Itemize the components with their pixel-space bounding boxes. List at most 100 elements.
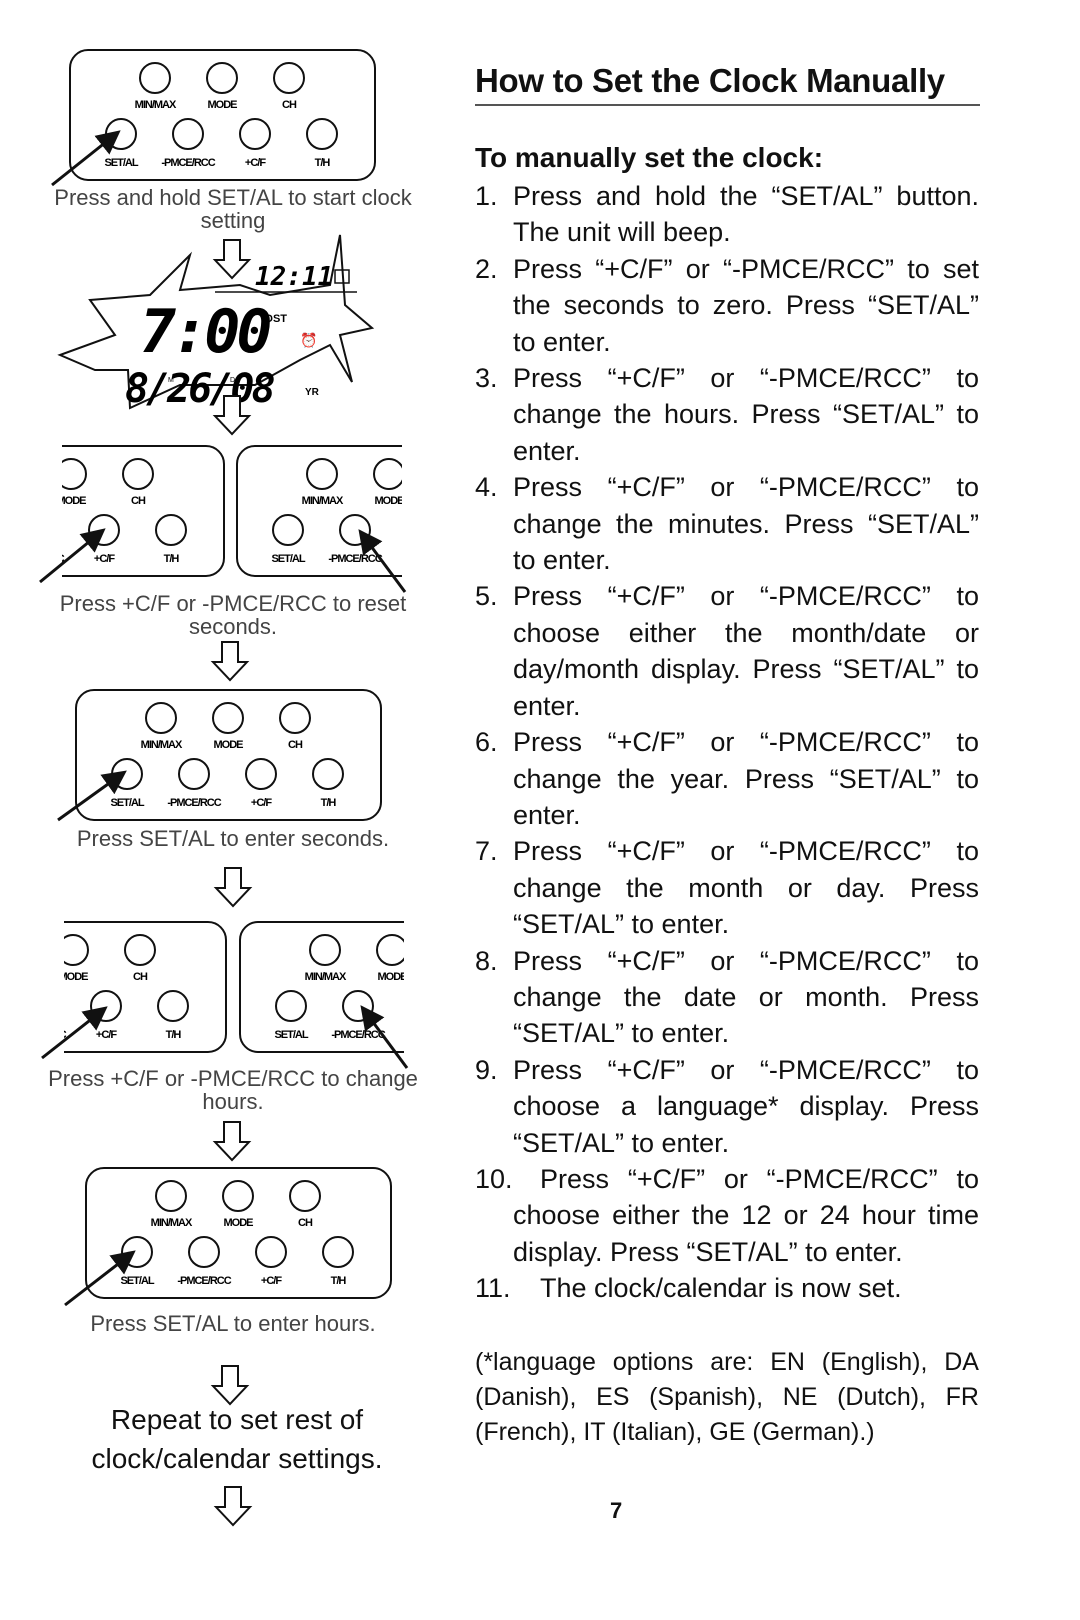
button-pmce-rcc <box>24 991 54 1021</box>
button-label-ch: CH <box>298 1217 313 1229</box>
button-mode <box>64 934 89 966</box>
button-label-min-max: MIN/MAX <box>0 971 28 983</box>
step-item: 11. The clock/calendar is now set. <box>475 1270 979 1306</box>
button-ch <box>273 62 305 94</box>
button-label-mode: MODE <box>208 99 238 111</box>
step-item: 7. Press “+C/F” or “-PMCE/RCC” to change … <box>475 833 979 942</box>
button-label-c-f: +C/F <box>261 1275 282 1287</box>
button-label-c-f: +C/F <box>251 797 272 809</box>
button-c-f <box>407 515 437 545</box>
button-c-f <box>245 758 277 790</box>
step-item: 3. Press “+C/F” or “-PMCE/RCC” to change … <box>475 360 979 469</box>
button-label-min-max: MIN/MAX <box>141 739 183 751</box>
keypad-diagram: MIN/MAXMODECHSET/AL-PMCE/RCC+C/FT/H <box>0 445 225 577</box>
button-mode <box>373 458 402 490</box>
button-t-h <box>322 1236 354 1268</box>
button-pmce-rcc <box>188 1236 220 1268</box>
section-subtitle: To manually set the clock: <box>475 142 824 173</box>
button-mode <box>376 934 404 966</box>
pointer-arrow-icon <box>39 528 106 584</box>
caption-reset-seconds: Press +C/F or -PMCE/RCC to reset seconds… <box>59 591 407 639</box>
button-min-max <box>0 935 21 965</box>
button-label-pmce-rcc: -PMCE/RCC <box>10 553 64 565</box>
button-set-al <box>105 118 137 150</box>
step-text: Press “+C/F” or “-PMCE/RCC” to choose ei… <box>513 1163 979 1267</box>
button-set-al <box>111 758 143 790</box>
button-label-set-al: SET/AL <box>104 157 138 169</box>
lcd-dst-label: DST <box>265 313 287 325</box>
button-label-set-al: SET/AL <box>274 1029 308 1041</box>
lcd-year-label: YR <box>305 387 320 398</box>
step-number: 8. <box>475 945 498 976</box>
button-label-mode: MODE <box>57 495 87 507</box>
button-label-t-h: T/H <box>166 1029 182 1041</box>
down-arrow-icon <box>212 1121 252 1162</box>
caption-enter-seconds: Press SET/AL to enter seconds. <box>76 826 390 851</box>
button-ch <box>124 934 156 966</box>
step-item: 2. Press “+C/F” or “-PMCE/RCC” to set the… <box>475 251 979 360</box>
lcd-time: 7:00 <box>140 297 270 367</box>
button-set-al <box>272 514 304 546</box>
button-label-mode: MODE <box>214 739 244 751</box>
button-label-min-max: MIN/MAX <box>135 99 177 111</box>
button-c-f <box>88 514 120 546</box>
steps-list: 1. Press and hold the “SET/AL” button. Th… <box>475 178 979 1307</box>
lcd-date: 8/26/08 <box>125 366 274 412</box>
page-title: How to Set the Clock Manually <box>475 62 980 106</box>
button-pmce-rcc <box>178 758 210 790</box>
button-c-f <box>255 1236 287 1268</box>
keypad-diagram: MIN/MAXMODECHSET/AL-PMCE/RCC+C/FT/H <box>236 445 437 577</box>
button-label-mode: MODE <box>375 495 405 507</box>
step-number: 11. <box>475 1273 511 1304</box>
button-min-max <box>0 459 19 489</box>
button-label-ch: CH <box>288 739 303 751</box>
button-label-t-h: T/H <box>164 553 180 565</box>
step-item: 5. Press “+C/F” or “-PMCE/RCC” to choose … <box>475 578 979 724</box>
step-item: 4. Press “+C/F” or “-PMCE/RCC” to change … <box>475 469 979 578</box>
pointer-arrow-icon <box>41 1006 108 1060</box>
step-text: Press “+C/F” or “-PMCE/RCC” to change th… <box>513 945 979 1049</box>
button-pmce-rcc <box>172 118 204 150</box>
step-item: 9. Press “+C/F” or “-PMCE/RCC” to choose … <box>475 1052 979 1161</box>
button-label-min-max: MIN/MAX <box>151 1217 193 1229</box>
step-number: 1. <box>475 181 498 211</box>
step-text: The clock/calendar is now set. <box>540 1273 902 1304</box>
down-arrow-icon <box>213 867 253 908</box>
page-number: 7 <box>610 1498 623 1523</box>
button-label-mode: MODE <box>224 1217 254 1229</box>
step-item: 10. Press “+C/F” or “-PMCE/RCC” to choose… <box>475 1161 979 1270</box>
button-label-c-f: +C/F <box>415 1029 436 1041</box>
button-min-max <box>155 1180 187 1212</box>
button-label-ch: CH <box>131 495 146 507</box>
keypad-diagram: MIN/MAXMODECHSET/AL-PMCE/RCC+C/FT/H <box>69 49 376 181</box>
caption-step-start: Press and hold SET/AL to start clock set… <box>54 185 412 233</box>
repeat-note: Repeat to set rest of clock/calendar set… <box>91 1404 383 1474</box>
step-item: 1. Press and hold the “SET/AL” button. Th… <box>475 178 979 251</box>
button-label-min-max: MIN/MAX <box>302 495 344 507</box>
button-label-pmce-rcc: -PMCE/RCC <box>177 1275 231 1287</box>
caption-enter-hours: Press SET/AL to enter hours. <box>90 1311 376 1336</box>
button-label-mode: MODE <box>59 971 89 983</box>
button-set-al <box>121 1236 153 1268</box>
button-t-h <box>306 118 338 150</box>
step-text: Press “+C/F” or “-PMCE/RCC” to set the s… <box>513 253 979 357</box>
button-c-f <box>239 118 271 150</box>
button-label-set-al: SET/AL <box>120 1275 154 1287</box>
button-label-pmce-rcc: -PMCE/RCC <box>12 1029 66 1041</box>
button-min-max <box>145 702 177 734</box>
button-mode <box>206 62 238 94</box>
keypad-diagram: MIN/MAXMODECHSET/AL-PMCE/RCC+C/FT/H <box>75 689 382 821</box>
step-text: Press and hold the “SET/AL” button. The … <box>513 181 979 248</box>
language-footnote: (*language options are: EN (English), DA… <box>475 1348 979 1446</box>
button-set-al <box>275 990 307 1022</box>
button-pmce-rcc <box>22 515 52 545</box>
button-label-c-f: +C/F <box>94 553 115 565</box>
step-item: 8. Press “+C/F” or “-PMCE/RCC” to change … <box>475 943 979 1052</box>
step-number: 4. <box>475 472 498 503</box>
step-number: 10. <box>475 1163 513 1194</box>
button-label-ch: CH <box>133 971 148 983</box>
button-label-c-f: +C/F <box>412 553 433 565</box>
step-text: Press “+C/F” or “-PMCE/RCC” to choose a … <box>513 1054 979 1158</box>
step-text: Press “+C/F” or “-PMCE/RCC” to change th… <box>513 727 979 830</box>
button-t-h <box>155 514 187 546</box>
